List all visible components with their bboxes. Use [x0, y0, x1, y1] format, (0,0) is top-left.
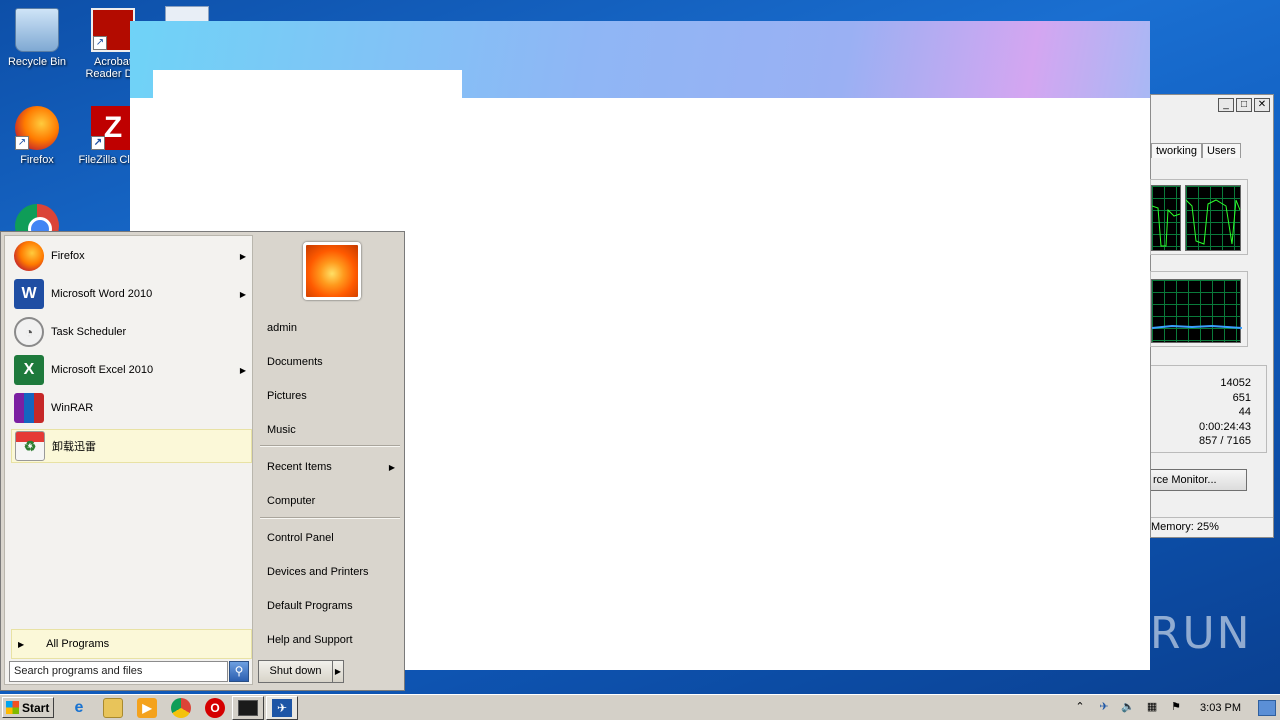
submenu-arrow-icon: ▶ — [239, 289, 246, 299]
link-computer[interactable]: Computer — [267, 495, 315, 507]
taskbar-active-app[interactable]: ✈ — [266, 696, 298, 720]
clock[interactable]: 3:03 PM — [1200, 702, 1241, 714]
program-uninstall-thunder[interactable]: ♻ 卸载迅雷 — [11, 429, 252, 463]
filezilla-icon: Z ↗ — [91, 106, 135, 150]
link-documents[interactable]: Documents — [267, 356, 323, 368]
program-firefox[interactable]: Firefox ▶ — [11, 239, 252, 273]
program-word-2010[interactable]: W Microsoft Word 2010 ▶ — [11, 277, 252, 311]
ie-icon[interactable]: e — [69, 698, 89, 718]
explorer-icon[interactable] — [103, 698, 123, 718]
task-manager-window[interactable]: _ □ ✕ tworking Users 14052 651 44 0:00:2… — [1150, 94, 1274, 538]
cpu-graph-2 — [1185, 185, 1241, 251]
program-winrar[interactable]: WinRAR — [11, 391, 252, 425]
show-hidden-icons-button[interactable]: ⌃ — [1071, 700, 1089, 716]
program-label: 卸载迅雷 — [52, 440, 96, 453]
shortcut-arrow-icon: ↗ — [93, 36, 107, 50]
all-programs-label: All Programs — [46, 638, 110, 650]
shortcut-arrow-icon: ↗ — [91, 136, 105, 150]
show-desktop-icon[interactable] — [1258, 700, 1276, 716]
uninstall-icon: ♻ — [15, 431, 45, 461]
media-player-icon[interactable]: ▶ — [137, 698, 157, 718]
chrome-icon[interactable] — [171, 698, 191, 718]
cpu-graph-1 — [1151, 185, 1181, 251]
splash-tab — [153, 70, 462, 98]
close-button[interactable]: ✕ — [1254, 98, 1270, 112]
recycle-bin-icon — [15, 8, 59, 52]
program-label: Microsoft Word 2010 — [51, 288, 153, 300]
start-button[interactable]: Start — [2, 697, 54, 718]
system-stats: 14052 651 44 0:00:24:43 857 / 7165 — [1151, 376, 1251, 449]
maximize-button[interactable]: □ — [1236, 98, 1252, 112]
submenu-arrow-icon: ▶ — [388, 463, 395, 472]
excel-icon: X — [14, 355, 44, 385]
submenu-arrow-icon: ▶ — [239, 365, 246, 375]
program-label: Firefox — [51, 250, 85, 262]
link-help-support[interactable]: Help and Support — [267, 634, 353, 646]
stat-value: 0:00:24:43 — [1199, 420, 1251, 433]
user-avatar[interactable] — [303, 242, 361, 300]
windows-logo-icon — [6, 701, 19, 714]
tab-networking[interactable]: tworking — [1151, 143, 1202, 158]
program-label: Microsoft Excel 2010 — [51, 364, 154, 376]
system-tray: ⌃ ✈ 🔈 ▦ ⚑ 3:03 PM — [1068, 697, 1280, 719]
desktop-icon-label: Recycle Bin — [7, 56, 67, 68]
start-menu-programs-pane: Firefox ▶ W Microsoft Word 2010 ▶ ◔ Task… — [4, 235, 253, 685]
shutdown-button[interactable]: Shut down — [258, 660, 333, 683]
desktop-icon-label: Firefox — [20, 154, 54, 166]
link-control-panel[interactable]: Control Panel — [267, 532, 334, 544]
word-icon: W — [14, 279, 44, 309]
submenu-arrow-icon: ▶ — [239, 251, 246, 261]
opera-icon[interactable]: O — [205, 698, 225, 718]
stat-value: 14052 — [1220, 377, 1251, 389]
link-music[interactable]: Music — [267, 424, 296, 436]
start-menu-links-pane: admin Documents Pictures Music Recent It… — [257, 235, 403, 655]
program-label: Task Scheduler — [51, 326, 127, 338]
stat-value: 651 — [1232, 391, 1251, 404]
firefox-icon: ↗ — [15, 106, 59, 150]
program-task-scheduler[interactable]: ◔ Task Scheduler — [11, 315, 252, 349]
network-icon[interactable]: ▦ — [1143, 700, 1161, 716]
taskbar: Start e ▶ O ✈ ⌃ ✈ 🔈 ▦ ⚑ 3:03 PM — [0, 694, 1280, 720]
expand-arrow-icon: ▶ — [18, 639, 25, 649]
desktop-icon-recycle-bin[interactable]: Recycle Bin — [0, 8, 74, 68]
start-menu: Firefox ▶ W Microsoft Word 2010 ▶ ◔ Task… — [0, 231, 405, 691]
start-label: Start — [22, 700, 50, 715]
splash-header — [130, 21, 1150, 98]
all-programs-button[interactable]: ▶ All Programs — [11, 629, 252, 659]
acrobat-icon: ↗ — [91, 8, 135, 52]
search-icon[interactable]: ⚲ — [229, 661, 249, 682]
resource-monitor-button[interactable]: rce Monitor... — [1151, 469, 1247, 491]
firefox-icon — [14, 241, 44, 271]
shortcut-arrow-icon: ↗ — [15, 136, 29, 150]
anyrun-watermark: ANY RUN — [1038, 608, 1252, 659]
app-bird-tray-icon[interactable]: ✈ — [1095, 700, 1113, 716]
link-default-programs[interactable]: Default Programs — [267, 600, 353, 612]
taskbar-task-manager[interactable] — [232, 696, 264, 720]
clock-icon: ◔ — [14, 317, 44, 347]
link-user[interactable]: admin — [267, 322, 297, 334]
memory-graph — [1151, 279, 1242, 343]
task-manager-icon — [238, 700, 258, 716]
stat-value: 44 — [1238, 406, 1251, 418]
desktop-icon-firefox[interactable]: ↗ Firefox — [0, 106, 74, 166]
status-bar-memory: Memory: 25% — [1151, 517, 1273, 537]
link-devices-printers[interactable]: Devices and Printers — [267, 566, 369, 578]
tab-users[interactable]: Users — [1201, 143, 1241, 158]
link-recent-items[interactable]: Recent Items — [267, 461, 332, 473]
app-bird-icon: ✈ — [272, 699, 292, 717]
separator — [260, 445, 400, 447]
minimize-button[interactable]: _ — [1218, 98, 1234, 112]
winrar-icon — [14, 393, 44, 423]
link-pictures[interactable]: Pictures — [267, 390, 307, 402]
action-center-flag-icon[interactable]: ⚑ — [1167, 700, 1185, 716]
program-label: WinRAR — [51, 402, 94, 414]
program-excel-2010[interactable]: X Microsoft Excel 2010 ▶ — [11, 353, 252, 387]
volume-icon[interactable]: 🔈 — [1119, 700, 1137, 716]
separator — [260, 517, 400, 519]
stat-value: 857 / 7165 — [1199, 435, 1251, 447]
shutdown-options-button[interactable]: ▶ — [332, 660, 344, 683]
search-input[interactable]: Search programs and files — [9, 661, 228, 682]
